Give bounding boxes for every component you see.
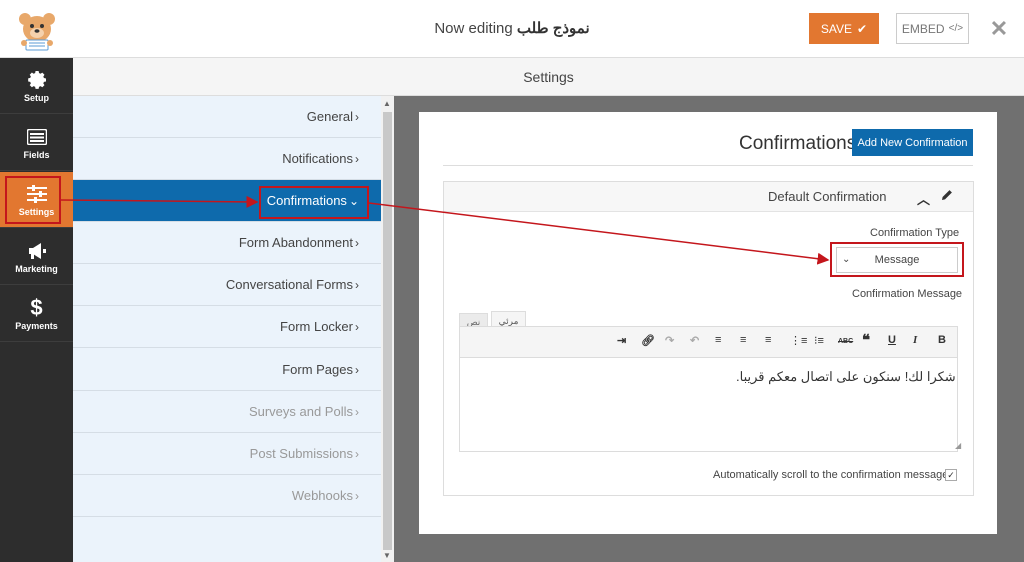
nav-label-fields: Fields [23, 149, 50, 160]
numbered-list-icon[interactable]: ⋮≡ [790, 334, 807, 347]
editing-label: Now editing [434, 20, 513, 37]
confirmations-title: Confirmations [739, 133, 857, 154]
checkmark-icon: ✔ [857, 21, 868, 36]
blockquote-icon[interactable]: ❝ [862, 331, 870, 349]
chevron-right-icon: › [355, 151, 359, 166]
settings-item-label: Form Locker [280, 319, 353, 334]
scroll-up-icon[interactable]: ▲ [383, 99, 391, 108]
settings-item-surveys-and-polls[interactable]: Surveys and Polls › [73, 391, 381, 433]
settings-item-label: General [306, 109, 353, 124]
settings-item-label: Form Abandonment [238, 235, 353, 250]
add-new-confirmation-button[interactable]: Add New Confirmation [852, 129, 973, 156]
settings-item-label: Webhooks [291, 488, 353, 503]
close-icon[interactable]: ✕ [984, 13, 1014, 44]
nav-item-marketing[interactable]: Marketing [0, 229, 73, 285]
resize-handle-icon[interactable]: ◢ [955, 441, 961, 450]
undo-icon[interactable]: ↶ [690, 334, 699, 347]
nav-item-payments[interactable]: $ Payments [0, 286, 73, 342]
annotation-box-confirmations [259, 186, 369, 219]
dollar-icon: $ [30, 294, 43, 320]
settings-item-notifications[interactable]: Notifications › [73, 138, 381, 180]
settings-item-label: Form Pages [282, 362, 353, 377]
nav-label-setup: Setup [23, 92, 49, 103]
list-icon [26, 126, 47, 148]
settings-item-post-submissions[interactable]: Post Submissions › [73, 433, 381, 475]
annotation-box-settings [5, 176, 61, 224]
editor-toolbar [459, 326, 958, 358]
settings-header: Settings [73, 58, 1024, 96]
settings-item-form-pages[interactable]: Form Pages › [73, 349, 381, 391]
align-center-icon[interactable]: ≡ [740, 334, 746, 346]
chevron-right-icon: › [355, 319, 359, 334]
chevron-right-icon: › [355, 109, 359, 124]
nav-item-setup[interactable]: Setup [0, 58, 73, 114]
settings-item-webhooks[interactable]: Webhooks › [73, 475, 381, 517]
left-nav: Setup Fields Settings Marketing $ Paymen… [0, 58, 73, 562]
divider [443, 165, 973, 166]
nav-item-fields[interactable]: Fields [0, 115, 73, 171]
settings-item-conversational-forms[interactable]: Conversational Forms › [73, 264, 381, 306]
chevron-right-icon: › [355, 362, 359, 377]
scrollbar-thumb[interactable] [383, 112, 392, 550]
confirmation-message-label: Confirmation Message [852, 288, 963, 300]
settings-item-general[interactable]: General › [73, 96, 381, 138]
chevron-right-icon: › [355, 235, 359, 250]
code-icon: </> [948, 23, 964, 34]
italic-icon[interactable]: I [913, 334, 917, 346]
chevron-right-icon: › [355, 488, 359, 503]
top-bar: Now editing نموذج طلب SAVE ✔ EMBED </> ✕ [0, 0, 1024, 58]
collapse-icon[interactable]: ︿ [917, 189, 930, 208]
chevron-right-icon: › [355, 404, 359, 419]
chevron-right-icon: › [355, 446, 359, 461]
nav-label-marketing: Marketing [15, 263, 58, 274]
chevron-right-icon: › [355, 277, 359, 292]
auto-scroll-label: Automatically scroll to the confirmation… [713, 469, 949, 481]
underline-icon[interactable]: U [888, 334, 896, 346]
megaphone-icon [27, 240, 47, 262]
scroll-down-icon[interactable]: ▼ [383, 551, 391, 560]
settings-panel: General › Notifications › Confirmations ⌄ F… [73, 96, 381, 562]
form-name: نموذج طلب [516, 20, 590, 37]
settings-item-form-abandonment[interactable]: Form Abandonment › [73, 222, 381, 264]
link-icon[interactable]: 🔗︎ [641, 334, 655, 347]
save-button-label: SAVE [820, 21, 853, 36]
bullet-list-icon[interactable]: ⁝≡ [814, 334, 824, 347]
confirmation-name: Default Confirmation [768, 189, 887, 204]
redo-icon[interactable]: ↷ [665, 334, 674, 347]
align-left-icon[interactable]: ≡ [765, 334, 771, 346]
embed-button-label: EMBED [901, 21, 945, 36]
nav-label-payments: Payments [15, 320, 58, 331]
settings-item-label: Post Submissions [249, 446, 353, 461]
gear-icon [27, 69, 46, 91]
settings-item-label: Surveys and Polls [248, 404, 353, 419]
settings-item-label: Conversational Forms [225, 277, 353, 292]
save-button[interactable]: SAVE ✔ [809, 13, 879, 44]
pencil-icon[interactable] [941, 188, 953, 206]
fullscreen-icon[interactable]: ⇥ [617, 334, 626, 347]
strikethrough-icon[interactable]: ABC [838, 338, 853, 345]
confirmation-type-label: Confirmation Type [870, 227, 960, 239]
settings-title: Settings [523, 69, 574, 85]
annotation-box-type-select [830, 242, 964, 277]
confirmation-message-text: شكرا لك! سنكون على اتصال معكم قريبا. [736, 369, 956, 384]
bold-icon[interactable]: B [938, 334, 946, 346]
settings-item-label: Notifications [282, 151, 353, 166]
settings-item-form-locker[interactable]: Form Locker › [73, 306, 381, 348]
auto-scroll-checkbox[interactable]: ✓ [945, 469, 957, 481]
align-right-icon[interactable]: ≡ [715, 334, 721, 346]
confirmation-box-header[interactable] [444, 182, 973, 212]
embed-button[interactable]: EMBED </> [896, 13, 969, 44]
